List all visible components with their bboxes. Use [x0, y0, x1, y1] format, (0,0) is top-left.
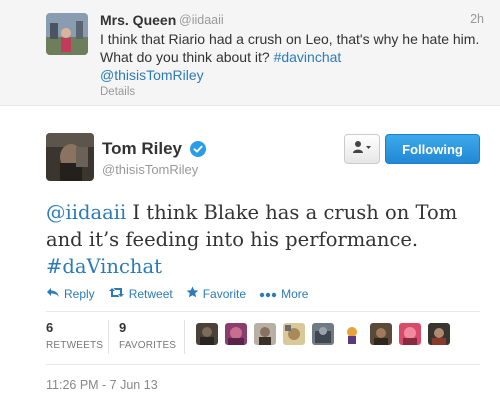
- divider-top: [46, 311, 480, 312]
- parent-author-handle[interactable]: @iidaaii: [179, 13, 224, 27]
- more-dots-icon: [259, 287, 281, 301]
- favoriters-list: [196, 323, 457, 345]
- favoriter-avatar[interactable]: [196, 323, 218, 345]
- favoriter-avatar[interactable]: [428, 323, 450, 345]
- verified-badge-icon: [190, 141, 206, 157]
- favorites-label: FAVORITES: [119, 340, 177, 351]
- user-actions-button[interactable]: [344, 134, 380, 164]
- parent-hashtag-link[interactable]: #davinchat: [274, 49, 342, 65]
- retweets-label: RETWEETS: [46, 340, 104, 351]
- divider-bottom: [46, 364, 480, 365]
- favoriter-avatar[interactable]: [312, 323, 334, 345]
- reply-action[interactable]: Reply: [46, 287, 95, 301]
- favoriter-avatar[interactable]: [399, 323, 421, 345]
- favoriter-avatar[interactable]: [254, 323, 276, 345]
- stat-separator: [108, 320, 109, 354]
- main-author-handle[interactable]: @thisisTomRiley: [102, 162, 198, 177]
- main-tweet-text: @iidaaii I think Blake has a crush on To…: [46, 199, 466, 280]
- retweets-stat[interactable]: 6 RETWEETS: [46, 320, 103, 351]
- tweet-actions: Reply Retweet Favorite More: [46, 286, 321, 301]
- tweet-timestamp[interactable]: 11:26 PM - 7 Jun 13: [46, 378, 158, 392]
- parent-tweet[interactable]: Mrs. Queen @iidaaii 2h I think that Riar…: [0, 0, 500, 106]
- main-hashtag-link[interactable]: #daVinchat: [46, 255, 162, 278]
- retweet-label: Retweet: [128, 286, 173, 301]
- more-label: More: [281, 286, 309, 301]
- favorite-label: Favorite: [202, 286, 247, 301]
- more-action[interactable]: More: [259, 287, 308, 301]
- parent-tweet-text: I think that Riario had a crush on Leo, …: [100, 30, 480, 84]
- stat-separator: [184, 320, 185, 354]
- parent-author-name[interactable]: Mrs. Queen: [100, 12, 176, 28]
- favoriter-avatar[interactable]: [341, 323, 363, 345]
- main-avatar[interactable]: [46, 133, 94, 181]
- retweets-count: 6: [46, 320, 54, 335]
- retweet-action[interactable]: Retweet: [108, 287, 173, 301]
- main-mention-link[interactable]: @iidaaii: [46, 201, 126, 224]
- favoriter-avatar[interactable]: [283, 323, 305, 345]
- reply-icon: [46, 287, 64, 301]
- favoriter-avatar[interactable]: [370, 323, 392, 345]
- favoriter-avatar[interactable]: [225, 323, 247, 345]
- details-link[interactable]: Details: [100, 86, 135, 98]
- favorite-action[interactable]: Favorite: [186, 286, 246, 301]
- favorites-stat[interactable]: 9 FAVORITES: [119, 320, 176, 351]
- main-author-name[interactable]: Tom Riley: [102, 139, 182, 159]
- parent-avatar[interactable]: [46, 13, 88, 55]
- star-icon: [186, 286, 203, 301]
- favorites-count: 9: [119, 320, 127, 335]
- retweet-icon: [108, 287, 129, 301]
- user-icon: [352, 140, 372, 159]
- reply-label: Reply: [64, 286, 95, 301]
- parent-time[interactable]: 2h: [470, 12, 484, 26]
- following-button[interactable]: Following: [385, 134, 480, 164]
- parent-mention-link[interactable]: @thisisTomRiley: [100, 67, 204, 83]
